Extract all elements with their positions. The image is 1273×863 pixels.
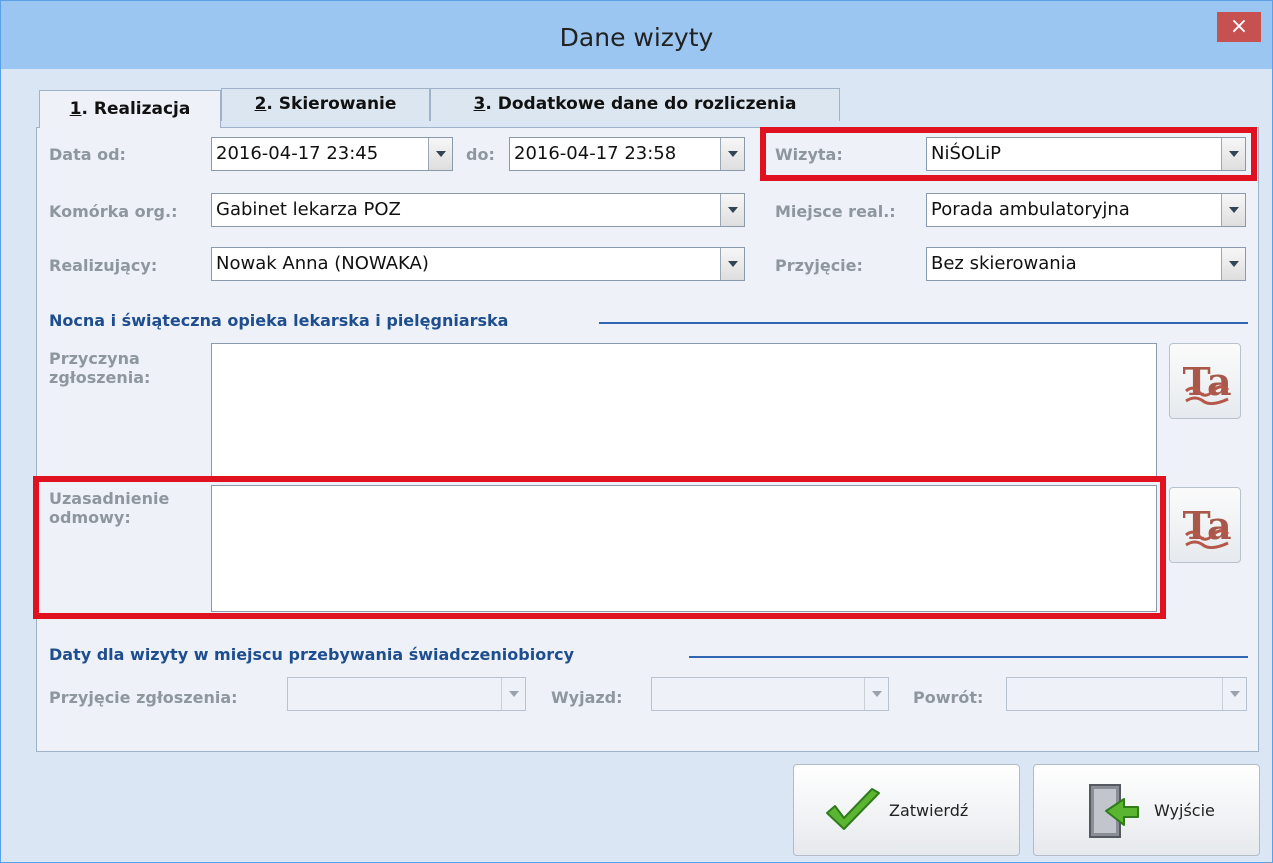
chevron-down-icon[interactable] [501, 678, 525, 710]
section-divider [599, 322, 1248, 324]
chevron-down-icon[interactable] [864, 678, 888, 710]
realizujacy-label: Realizujący: [49, 256, 158, 275]
przyczyna-textarea[interactable] [211, 343, 1157, 479]
text-template-icon: Ta [1183, 359, 1231, 405]
chevron-down-icon[interactable] [720, 248, 744, 280]
data-do-picker[interactable]: 2016-04-17 23:58 [509, 137, 745, 171]
close-icon: × [1229, 14, 1249, 39]
highlight-wizyta [760, 127, 1257, 181]
text-template-icon: Ta [1183, 503, 1231, 549]
section-divider [689, 656, 1248, 658]
chevron-down-icon[interactable] [1221, 248, 1245, 280]
powrot-label: Powrót: [913, 688, 984, 707]
highlight-uzasadnienie [33, 476, 1166, 619]
miejsce-label: Miejsce real.: [775, 202, 896, 221]
window-title: Dane wizyty [559, 23, 714, 52]
chevron-down-icon[interactable] [1222, 678, 1246, 710]
przyjecie-select[interactable]: Bez skierowania [926, 247, 1246, 281]
przyjecie-zgloszenia-label: Przyjęcie zgłoszenia: [49, 688, 238, 707]
wyjazd-label: Wyjazd: [551, 688, 623, 707]
tab-skierowanie[interactable]: 2. Skierowanie [221, 88, 430, 121]
miejsce-select[interactable]: Porada ambulatoryjna [926, 193, 1246, 227]
data-od-picker[interactable]: 2016-04-17 23:45 [211, 137, 453, 171]
chevron-down-icon[interactable] [428, 138, 452, 170]
close-button[interactable]: × [1217, 12, 1261, 42]
wyjazd-picker[interactable] [651, 677, 889, 711]
przyjecie-zgloszenia-picker[interactable] [287, 677, 526, 711]
uzasadnienie-template-button[interactable]: Ta [1169, 487, 1241, 563]
tab-realizacja[interactable]: 1. Realizacja [39, 90, 221, 128]
komorka-label: Komórka org.: [49, 202, 178, 221]
nocna-section-title: Nocna i świąteczna opieka lekarska i pie… [49, 311, 509, 330]
przyczyna-label: Przyczyna zgłoszenia: [49, 349, 151, 387]
przyczyna-template-button[interactable]: Ta [1169, 343, 1241, 419]
exit-door-icon [1089, 784, 1139, 838]
chevron-down-icon[interactable] [720, 138, 744, 170]
data-od-label: Data od: [49, 145, 126, 164]
do-label: do: [466, 145, 495, 164]
title-bar[interactable]: Dane wizyty × [1, 1, 1272, 69]
zatwierdz-button[interactable]: Zatwierdź [793, 764, 1020, 856]
checkmark-icon [826, 788, 880, 830]
daty-section-title: Daty dla wizyty w miejscu przebywania św… [49, 645, 574, 664]
komorka-select[interactable]: Gabinet lekarza POZ [211, 193, 745, 227]
powrot-picker[interactable] [1006, 677, 1247, 711]
przyjecie-label: Przyjęcie: [775, 256, 863, 275]
chevron-down-icon[interactable] [1221, 194, 1245, 226]
wyjscie-button[interactable]: Wyjście [1033, 764, 1260, 856]
chevron-down-icon[interactable] [720, 194, 744, 226]
tab-dodatkowe-dane[interactable]: 3. Dodatkowe dane do rozliczenia [430, 88, 840, 121]
realizujacy-select[interactable]: Nowak Anna (NOWAKA) [211, 247, 745, 281]
